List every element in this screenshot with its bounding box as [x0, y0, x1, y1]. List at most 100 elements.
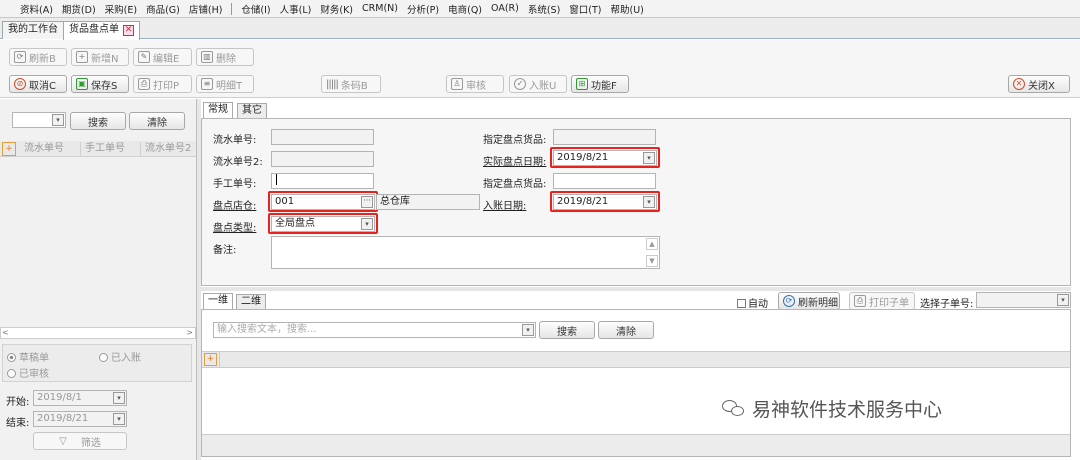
scroll-right-icon[interactable]: > — [186, 328, 193, 337]
refresh-button[interactable]: ⟳ 刷新B — [9, 48, 67, 66]
end-date-input[interactable]: 2019/8/21 ▾ — [33, 411, 127, 427]
add-row-icon[interactable]: + — [204, 353, 217, 366]
stock-store-field[interactable]: 001 ··· — [271, 194, 375, 210]
start-date-input[interactable]: 2019/8/1 ▾ — [33, 390, 127, 406]
radio-draft[interactable]: 草稿单 — [7, 349, 49, 364]
actual-date-value: 2019/8/21 — [557, 152, 609, 163]
menu-item-goods[interactable]: 商品(G) — [146, 2, 180, 16]
column-divider — [219, 352, 220, 367]
print-button[interactable]: ⎙ 打印P — [133, 75, 192, 93]
menu-item-analysis[interactable]: 分析(P) — [407, 2, 439, 16]
detail-clear-button[interactable]: 清除 — [598, 321, 654, 339]
save-icon: ▣ — [76, 78, 88, 90]
detail-search-input[interactable]: 输入搜索文本，搜索... ▾ — [213, 322, 536, 338]
function-button[interactable]: ⊞ 功能F — [571, 75, 629, 93]
new-button[interactable]: + 新增N — [71, 48, 129, 66]
menu-item-purchase[interactable]: 采购(E) — [105, 2, 137, 16]
chevron-down-icon: ▾ — [522, 324, 534, 336]
tab-label: 其它 — [242, 105, 262, 116]
tab-stocktake-order[interactable]: 货品盘点单 ✕ — [63, 21, 140, 40]
goods2-field[interactable] — [553, 173, 656, 189]
radio-label: 已入账 — [111, 353, 141, 364]
tab-1d[interactable]: 一维 — [203, 293, 233, 310]
detail-search-button[interactable]: 搜索 — [539, 321, 595, 339]
left-search-button[interactable]: 搜索 — [70, 112, 126, 130]
entry-date-input[interactable]: 2019/8/21 ▾ — [553, 194, 657, 210]
button-label: 清除 — [616, 326, 636, 338]
tab-label: 二维 — [241, 296, 261, 307]
radio-label: 已审核 — [19, 369, 49, 380]
grid-icon: ⊞ — [576, 78, 588, 90]
radio-audited[interactable]: 已审核 — [7, 365, 49, 380]
left-clear-button[interactable]: 清除 — [129, 112, 185, 130]
chevron-down-icon: ▾ — [1057, 294, 1069, 306]
serial-no-field[interactable] — [271, 129, 374, 145]
post-button[interactable]: ✓ 入账U — [509, 75, 567, 93]
filter-button[interactable]: ▽ 筛选 — [33, 432, 127, 450]
tab-label: 常规 — [208, 104, 228, 115]
tab-label: 货品盘点单 — [69, 24, 119, 35]
detail-button[interactable]: ≡ 明细T — [196, 75, 254, 93]
watermark: 易神软件技术服务中心 — [722, 395, 942, 422]
button-label: 删除 — [216, 53, 236, 65]
chevron-down-icon: ▾ — [643, 152, 655, 164]
horizontal-splitter[interactable] — [201, 287, 1071, 291]
menu-item-warehouse[interactable]: 仓储(I) — [241, 2, 270, 16]
cancel-button[interactable]: ⊘ 取消C — [9, 75, 67, 93]
note-textarea[interactable]: ▲ ▼ — [271, 236, 660, 269]
search-type-select[interactable]: ▾ — [12, 112, 66, 128]
menu-item-oa[interactable]: OA(R) — [491, 3, 519, 14]
column-header-serial2[interactable]: 流水单号2 — [141, 142, 191, 156]
button-label: 编辑E — [153, 53, 180, 65]
manual-no-field[interactable] — [271, 173, 374, 189]
goods2-label: 指定盘点货品: — [483, 179, 547, 190]
tab-my-workbench[interactable]: 我的工作台 — [2, 21, 64, 39]
auto-checkbox[interactable]: 自动 — [737, 295, 768, 310]
barcode-button[interactable]: ||||| 条码B — [321, 75, 381, 93]
note-label: 备注: — [213, 245, 237, 256]
refresh-icon: ⟳ — [14, 51, 26, 63]
menu-item-futures[interactable]: 期货(D) — [62, 2, 96, 16]
tab-other[interactable]: 其它 — [237, 103, 267, 119]
button-label: 关闭X — [1028, 80, 1055, 92]
radio-posted[interactable]: 已入账 — [99, 349, 141, 364]
delete-button[interactable]: ▥ 删除 — [196, 48, 254, 66]
tab-general[interactable]: 常规 — [203, 102, 233, 119]
sub-order-select[interactable]: ▾ — [976, 292, 1071, 308]
add-row-icon[interactable]: + — [2, 141, 16, 156]
goods-field[interactable] — [553, 129, 656, 145]
button-label: 打印P — [153, 80, 180, 92]
menu-item-help[interactable]: 帮助(U) — [611, 2, 644, 16]
serial-no2-label: 流水单号2: — [213, 157, 263, 168]
save-button[interactable]: ▣ 保存S — [71, 75, 129, 93]
close-tab-icon[interactable]: ✕ — [123, 25, 134, 36]
edit-button[interactable]: ✎ 编辑E — [133, 48, 192, 66]
column-header-serial[interactable]: 流水单号 — [20, 141, 81, 156]
scroll-left-icon[interactable]: < — [2, 328, 9, 337]
menu-item-hr[interactable]: 人事(L) — [280, 2, 312, 16]
menu-item-ecommerce[interactable]: 电商(Q) — [448, 2, 482, 16]
menu-item-system[interactable]: 系统(S) — [528, 2, 560, 16]
ellipsis-icon[interactable]: ··· — [361, 196, 373, 208]
actual-date-input[interactable]: 2019/8/21 ▾ — [553, 150, 657, 166]
menu-item-crm[interactable]: CRM(N) — [362, 3, 398, 14]
stock-type-select[interactable]: 全局盘点 ▾ — [271, 216, 375, 232]
menu-item-store[interactable]: 店铺(H) — [189, 2, 223, 16]
order-list[interactable] — [0, 158, 196, 328]
menu-item-data[interactable]: 资料(A) — [20, 2, 53, 16]
menu-item-finance[interactable]: 财务(K) — [320, 2, 353, 16]
refresh-detail-button[interactable]: ⟳ 刷新明细 — [778, 292, 840, 310]
tab-label: 我的工作台 — [8, 24, 58, 35]
tab-2d[interactable]: 二维 — [236, 294, 266, 310]
menu-item-window[interactable]: 窗口(T) — [569, 2, 601, 16]
scroll-down-icon[interactable]: ▼ — [646, 255, 658, 267]
horizontal-scrollbar[interactable]: < > — [0, 327, 196, 339]
printer-icon: ⎙ — [854, 295, 866, 307]
scroll-up-icon[interactable]: ▲ — [646, 238, 658, 250]
serial-no2-field[interactable] — [271, 151, 374, 167]
print-sub-button[interactable]: ⎙ 打印子单 — [849, 292, 915, 310]
stock-store-value: 001 — [275, 196, 295, 207]
column-header-manual[interactable]: 手工单号 — [81, 141, 141, 156]
audit-button[interactable]: ♙ 审核 — [446, 75, 504, 93]
close-button[interactable]: ✕ 关闭X — [1008, 75, 1070, 93]
